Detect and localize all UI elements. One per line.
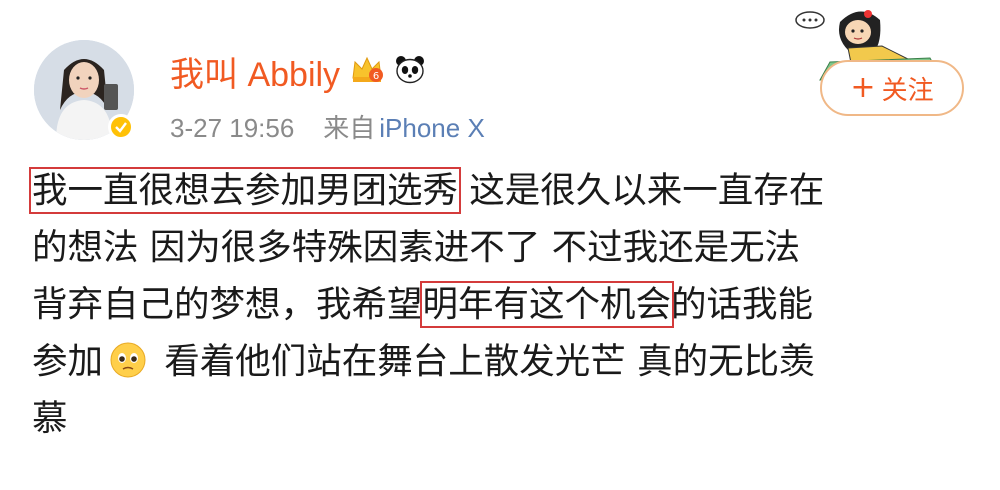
pleading-face-emoji-icon: [109, 339, 147, 396]
content-text: 这是很久以来一直存在: [458, 170, 825, 211]
content-text: 背弃自己的梦想，我希望: [32, 284, 423, 325]
avatar-container[interactable]: [34, 40, 134, 140]
timestamp: 3-27 19:56: [170, 113, 295, 143]
follow-button[interactable]: + 关注: [820, 60, 964, 116]
content-line-1: 我一直很想去参加男团选秀 这是很久以来一直存在: [28, 162, 972, 219]
content-line-5: 慕: [32, 398, 68, 439]
username-row: 我叫 Abbily 6: [170, 48, 426, 94]
post-content: 我一直很想去参加男团选秀 这是很久以来一直存在 的想法 因为很多特殊因素进不了 …: [28, 162, 972, 447]
plus-icon: +: [850, 70, 876, 105]
verified-badge-icon: [108, 114, 134, 140]
content-line-4: 参加 看着他们站在舞台上散发光芒 真的无比羡: [32, 333, 972, 390]
post-meta: 3-27 19:56 来自 iPhone X: [170, 108, 485, 145]
vip-crown-icon[interactable]: 6: [350, 54, 384, 88]
username[interactable]: 我叫 Abbily: [170, 47, 340, 96]
source-prefix: 来自: [323, 113, 376, 143]
content-line-3: 背弃自己的梦想，我希望明年有这个机会的话我能: [32, 276, 972, 333]
highlighted-text: 明年有这个机会: [419, 281, 675, 328]
content-line-2: 的想法 因为很多特殊因素进不了 不过我还是无法: [32, 227, 801, 268]
follow-label: 关注: [881, 75, 934, 106]
weibo-post: 我叫 Abbily 6 3-27 19:56 来自 iPhone X + 关注 …: [0, 0, 1000, 490]
content-text: 看着他们站在舞台上散发光芒 真的无比羡: [153, 341, 815, 382]
vip-level-text: 6: [373, 71, 379, 82]
panda-icon: [394, 54, 426, 88]
source-device[interactable]: iPhone X: [379, 113, 485, 143]
highlighted-text: 我一直很想去参加男团选秀: [28, 167, 462, 214]
content-text: 的话我能: [671, 284, 814, 325]
content-text: 参加: [32, 341, 104, 382]
